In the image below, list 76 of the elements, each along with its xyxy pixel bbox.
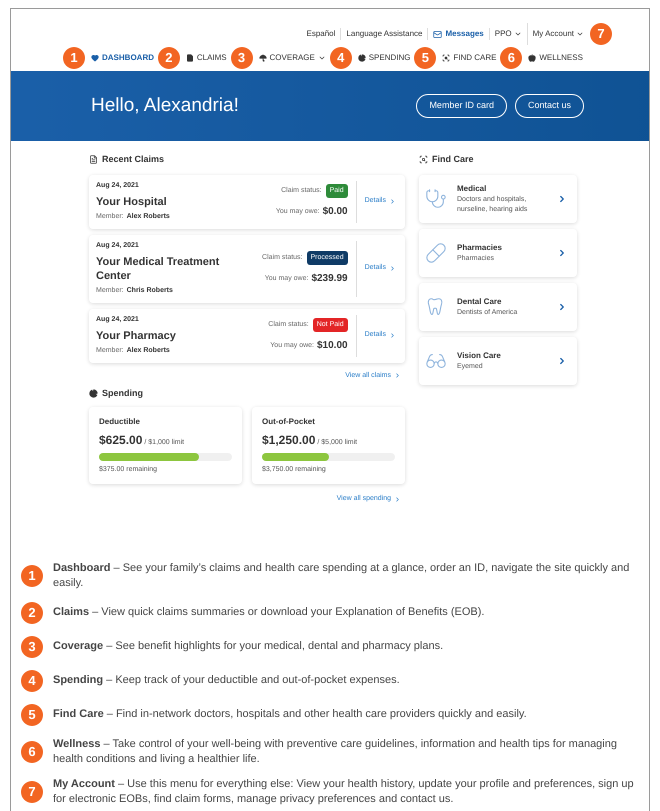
spending-amount: $1,250.00 bbox=[262, 432, 316, 448]
spending-title: Out-of-Pocket bbox=[262, 416, 316, 428]
spending-amount: $625.00 bbox=[99, 432, 142, 448]
search-icon bbox=[442, 54, 450, 62]
provider-name: Your Pharmacy bbox=[96, 329, 177, 343]
spending-title: Deductible bbox=[99, 416, 141, 428]
heart-icon bbox=[91, 54, 99, 62]
number-badge: 4 bbox=[21, 670, 43, 692]
chevron-icon bbox=[557, 248, 567, 258]
chevron-icon bbox=[394, 372, 401, 380]
nav-tab[interactable]: COVERAGE bbox=[258, 52, 326, 64]
number-badge: 7 bbox=[590, 23, 612, 45]
number-badge: 2 bbox=[158, 47, 180, 69]
provider-name: Your Medical Treatment Center bbox=[96, 255, 220, 283]
legend-description: Spending – Keep track of your deductible and out-of-pocket expenses. bbox=[53, 673, 400, 688]
number-badge: 3 bbox=[230, 47, 253, 69]
care-title: Medical bbox=[457, 182, 488, 194]
owe-amount: $239.99 bbox=[311, 272, 348, 286]
chevron-icon bbox=[389, 332, 396, 339]
banner-button[interactable]: Member ID card bbox=[416, 94, 507, 118]
number-badge: 6 bbox=[21, 740, 43, 762]
nav-tab[interactable]: SPENDING bbox=[358, 52, 411, 64]
document-icon bbox=[186, 54, 194, 62]
number-badge: 1 bbox=[63, 47, 85, 69]
owe-amount: $0.00 bbox=[322, 205, 348, 220]
number-badge: 7 bbox=[21, 780, 43, 802]
nav-tab[interactable]: WELLNESS bbox=[528, 52, 583, 64]
caret-icon bbox=[514, 30, 522, 38]
number-badge: 6 bbox=[500, 47, 522, 69]
greeting-heading: Hello, Alexandria! bbox=[91, 94, 239, 118]
section-heading: Recent Claims bbox=[102, 153, 164, 166]
pie-chart-icon bbox=[358, 54, 366, 62]
legend-description: My Account – Use this menu for everything else: View your health history, update your profile and preferences, sign up for electronic EOBs, find claim forms, manage privacy preferences and contact us. bbox=[53, 776, 635, 806]
section-heading: Find Care bbox=[432, 153, 474, 166]
legend-description: Dashboard – See your family’s claims and health care spending at a glance, order an ID, navigate the site quickly and easily. bbox=[53, 560, 630, 590]
search-icon bbox=[419, 155, 428, 164]
legend-description: Find Care – Find in-network doctors, hospitals and other health care providers quickly and easily. bbox=[53, 707, 527, 722]
care-title: Vision Care bbox=[457, 350, 502, 362]
banner-button[interactable]: Contact us bbox=[514, 94, 584, 118]
number-badge: 1 bbox=[21, 564, 43, 586]
chevron-icon bbox=[394, 496, 401, 503]
caret-icon bbox=[318, 54, 326, 62]
care-title: Dental Care bbox=[457, 296, 502, 308]
utility-link[interactable]: Español bbox=[306, 28, 336, 40]
nav-tab[interactable]: CLAIMS bbox=[186, 52, 227, 64]
caret-icon bbox=[576, 30, 584, 38]
nav-tab[interactable]: DASHBOARD bbox=[91, 52, 154, 64]
number-badge: 3 bbox=[21, 636, 43, 658]
nav-tab[interactable]: FIND CARE bbox=[442, 52, 496, 64]
apple-icon bbox=[528, 54, 536, 62]
mail-icon bbox=[433, 30, 442, 38]
document-icon bbox=[89, 155, 98, 164]
chevron-icon bbox=[389, 198, 396, 205]
number-badge: 5 bbox=[414, 47, 436, 69]
pill-icon bbox=[425, 242, 447, 264]
chevron-icon bbox=[557, 356, 567, 366]
chevron-icon bbox=[557, 302, 567, 312]
utility-link[interactable]: PPO bbox=[494, 28, 522, 40]
legend-description: Coverage – See benefit highlights for your medical, dental and pharmacy plans. bbox=[53, 639, 444, 654]
provider-name: Your Hospital bbox=[96, 195, 168, 209]
stethoscope-icon bbox=[425, 188, 447, 210]
owe-amount: $10.00 bbox=[317, 339, 348, 354]
legend-description: Wellness – Take control of your well-being with preventive care guidelines, information and health tips for managing health conditions and living a healthier life. bbox=[53, 736, 618, 766]
utility-link[interactable]: Language Assistance bbox=[346, 28, 422, 40]
utility-link[interactable]: Messages bbox=[445, 28, 484, 40]
number-badge: 4 bbox=[330, 47, 352, 69]
care-title: Pharmacies bbox=[457, 242, 503, 254]
pie-chart-icon bbox=[89, 389, 98, 398]
chevron-icon bbox=[557, 194, 567, 204]
legend-description: Claims – View quick claims summaries or download your Explanation of Benefits (EOB). bbox=[53, 605, 484, 620]
utility-link[interactable]: My Account bbox=[532, 28, 584, 40]
section-heading: Spending bbox=[102, 387, 143, 400]
chevron-icon bbox=[389, 265, 396, 272]
number-badge: 2 bbox=[21, 602, 43, 624]
umbrella-icon bbox=[258, 54, 267, 62]
number-badge: 5 bbox=[21, 704, 43, 726]
